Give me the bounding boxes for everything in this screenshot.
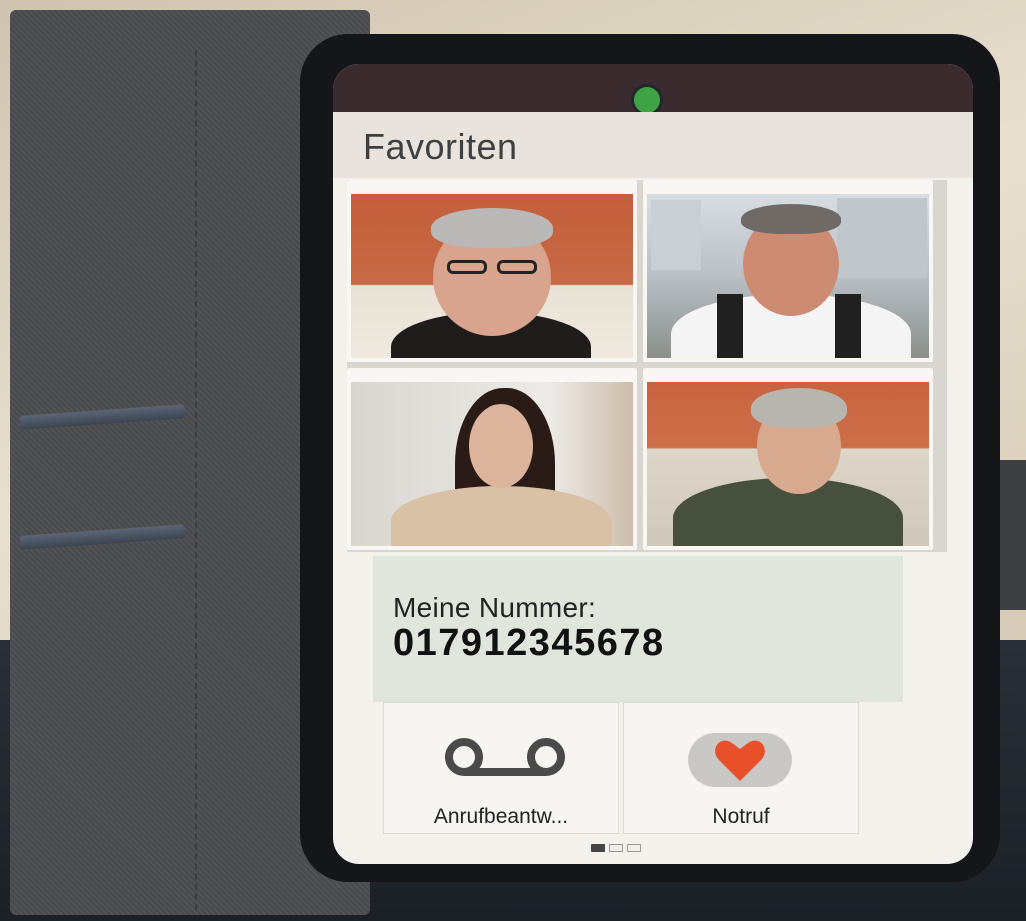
my-number-label: Meine Nummer: — [393, 592, 597, 623]
page-indicator — [591, 842, 651, 854]
page-dot[interactable] — [609, 844, 623, 852]
contact-photo — [647, 194, 929, 358]
emergency-badge — [688, 733, 792, 787]
emergency-button[interactable]: Notruf — [623, 702, 859, 834]
phone-screen: Favoriten — [333, 64, 973, 864]
my-number-value: 01791234567​8 — [393, 622, 665, 664]
case-card-slot — [19, 524, 186, 550]
favorite-contact-tile[interactable] — [347, 368, 637, 550]
page-title: Favoriten — [363, 126, 518, 167]
emergency-label: Notruf — [712, 805, 770, 828]
favorite-contact-tile[interactable] — [643, 368, 933, 550]
case-card-slot — [19, 404, 186, 430]
contact-photo — [351, 194, 633, 358]
favorites-grid — [347, 180, 947, 552]
status-bar — [333, 64, 973, 116]
contact-photo — [351, 382, 633, 546]
case-stitching — [195, 50, 197, 910]
voicemail-label: Anrufbeantw... — [433, 805, 569, 828]
page-dot[interactable] — [591, 844, 605, 852]
voicemail-button[interactable]: Anrufbeantw... — [383, 702, 619, 834]
heart-icon — [715, 740, 765, 781]
contact-photo — [647, 382, 929, 546]
favorite-contact-tile[interactable] — [347, 180, 637, 362]
page-dot[interactable] — [627, 844, 641, 852]
voicemail-icon — [445, 738, 565, 776]
favorite-contact-tile[interactable] — [643, 180, 933, 362]
